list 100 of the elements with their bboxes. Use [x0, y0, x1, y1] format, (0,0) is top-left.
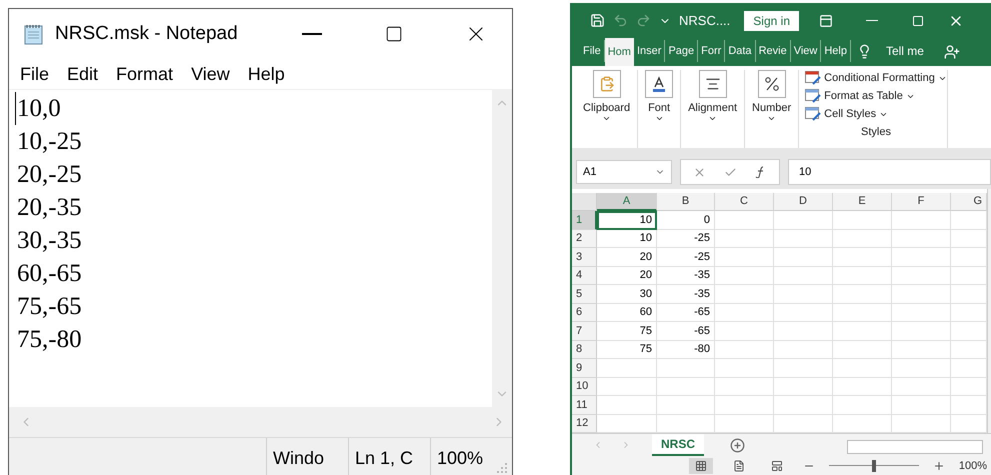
normal-view-button[interactable]: [688, 458, 713, 474]
table-style-icon: [805, 89, 822, 103]
vertical-scrollbar[interactable]: [987, 188, 991, 434]
column-header[interactable]: G: [951, 192, 987, 212]
ribbon-tab[interactable]: View: [790, 40, 822, 62]
table-cell: [774, 285, 833, 304]
table-cell: [597, 378, 657, 396]
table-cell: [892, 230, 951, 248]
font-color-icon: [651, 76, 668, 92]
ribbon-tab[interactable]: Data: [725, 40, 756, 62]
new-sheet-button[interactable]: [730, 438, 745, 454]
table-cell: [892, 378, 951, 396]
ribbon-tab[interactable]: Revie: [756, 40, 791, 62]
table-cell: [715, 396, 774, 415]
table-cell: [892, 211, 951, 230]
table-cell: [715, 359, 774, 378]
table-cell: [715, 285, 774, 304]
ribbon-tab[interactable]: Help: [821, 40, 851, 62]
table-cell: -25: [657, 230, 715, 248]
row-header[interactable]: 3: [572, 248, 597, 267]
ribbon-group-button[interactable]: Alignment: [688, 102, 738, 123]
row-header[interactable]: 1: [572, 211, 597, 230]
table-cell: [892, 285, 951, 304]
name-box[interactable]: A1: [576, 160, 672, 184]
ribbon-group-button[interactable]: Clipboard: [583, 102, 630, 123]
ribbon-button[interactable]: [758, 70, 786, 98]
caret-icon: [654, 114, 664, 123]
row-header[interactable]: 7: [572, 322, 597, 341]
menu-item[interactable]: File: [13, 64, 56, 84]
formula-field[interactable]: 10: [788, 159, 991, 186]
page-icon: [732, 460, 745, 472]
group-label: Styles: [860, 126, 891, 138]
styles-menu-button[interactable]: Cell Styles: [805, 106, 947, 122]
column-header[interactable]: F: [892, 192, 951, 212]
caret-icon: [767, 114, 776, 123]
menu-item[interactable]: Format: [109, 64, 180, 84]
table-cell: [833, 211, 892, 230]
caret-icon: [602, 114, 612, 123]
horizontal-scrollbar[interactable]: [847, 440, 983, 454]
ribbon-tab[interactable]: Page: [665, 40, 698, 62]
menu-item[interactable]: Edit: [60, 64, 106, 84]
column-header[interactable]: D: [774, 192, 833, 212]
table-cell: [774, 396, 833, 415]
menu-item[interactable]: Help: [240, 64, 292, 84]
table-style-icon: [805, 107, 822, 121]
row-header[interactable]: 5: [572, 285, 597, 304]
ribbon-group-button[interactable]: Number: [752, 102, 792, 123]
column-header[interactable]: C: [715, 192, 774, 212]
row-header[interactable]: 4: [572, 266, 597, 286]
table-cell: -80: [657, 340, 715, 360]
table-cell: [833, 266, 892, 286]
table-cell: [774, 359, 833, 378]
table-cell: [774, 211, 833, 230]
table-cell: 60: [597, 304, 657, 322]
table-style-icon: [805, 71, 822, 85]
table-cell: [715, 230, 774, 248]
table-cell: 30: [597, 285, 657, 304]
row-header[interactable]: 9: [572, 359, 597, 378]
plus-icon: [730, 438, 745, 454]
page-break-icon: [770, 460, 783, 472]
table-cell: [774, 230, 833, 248]
row-header[interactable]: 2: [572, 230, 597, 248]
ribbon-display-icon: [819, 14, 833, 28]
table-cell: [833, 322, 892, 341]
table-cell: [833, 359, 892, 378]
status-text: 100%: [430, 438, 490, 475]
table-cell: [833, 396, 892, 415]
row-header[interactable]: 12: [572, 414, 597, 434]
row-header[interactable]: 6: [572, 304, 597, 322]
ribbon-group-button[interactable]: Font: [648, 102, 670, 123]
styles-menu-button[interactable]: Conditional Formatting: [805, 70, 947, 86]
text-line: 10,-25: [17, 127, 83, 157]
column-header[interactable]: E: [833, 192, 892, 212]
table-cell: [833, 378, 892, 396]
text-line: 20,-35: [17, 193, 83, 223]
menu-item[interactable]: View: [184, 64, 237, 84]
row-header[interactable]: 11: [572, 396, 597, 415]
styles-menu-button[interactable]: Format as Table: [805, 88, 947, 104]
ribbon-tab[interactable]: Hom: [604, 38, 634, 66]
table-cell: [774, 378, 833, 396]
align-icon: [704, 76, 721, 92]
ribbon-button[interactable]: [698, 70, 727, 98]
column-header[interactable]: B: [657, 192, 715, 212]
table-cell: [774, 248, 833, 267]
row-header[interactable]: 10: [572, 378, 597, 396]
row-header[interactable]: 8: [572, 340, 597, 360]
ribbon-tab[interactable]: Inser: [634, 40, 666, 62]
file-name: NRSC....: [679, 13, 730, 28]
table-cell: [833, 285, 892, 304]
column-header[interactable]: A: [597, 192, 657, 212]
table-cell: [715, 378, 774, 396]
ribbon-button[interactable]: [645, 70, 674, 98]
tell-me-button[interactable]: Tell me: [856, 40, 924, 62]
ribbon-tab[interactable]: Forr: [698, 40, 726, 62]
table-cell: [657, 396, 715, 415]
sign-in-button[interactable]: Sign in: [744, 10, 799, 30]
sheet-tab[interactable]: NRSC: [652, 434, 704, 456]
table-cell: -65: [657, 322, 715, 341]
table-cell: [715, 211, 774, 230]
zoom-thumb[interactable]: [872, 460, 876, 472]
